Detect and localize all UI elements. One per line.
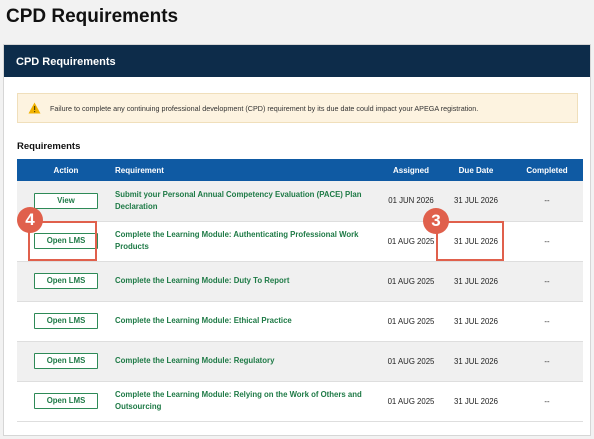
column-header-completed: Completed (511, 159, 583, 181)
column-header-due-date: Due Date (441, 159, 511, 181)
completed-value: -- (544, 236, 550, 246)
completed-value: -- (544, 196, 550, 206)
annotation-marker-3: 3 (423, 208, 449, 234)
column-header-assigned: Assigned (381, 159, 441, 181)
due-date: 31 JUL 2026 (454, 276, 498, 286)
warning-icon (28, 102, 41, 114)
view-button[interactable]: View (34, 192, 98, 209)
completed-value: -- (544, 356, 550, 366)
open-lms-button[interactable]: Open LMS (34, 233, 98, 249)
open-lms-button[interactable]: Open LMS (34, 353, 98, 369)
assigned-date: 01 AUG 2025 (387, 276, 435, 286)
table-header-row: Action Requirement Assigned Due Date Com… (17, 159, 583, 181)
requirements-table: Action Requirement Assigned Due Date Com… (17, 159, 583, 422)
requirement-link[interactable]: Complete the Learning Module: Relying on… (115, 381, 381, 421)
completed-value: -- (544, 276, 550, 286)
requirement-link[interactable]: Complete the Learning Module: Authentica… (115, 221, 381, 261)
warning-alert: Failure to complete any continuing profe… (17, 93, 578, 123)
due-date: 31 JUL 2026 (454, 356, 498, 366)
completed-value: -- (544, 316, 550, 326)
completed-value: -- (544, 396, 550, 406)
due-date: 31 JUL 2026 (454, 236, 498, 246)
table-row: Open LMS Complete the Learning Module: E… (17, 301, 583, 341)
open-lms-button[interactable]: Open LMS (34, 313, 98, 329)
table-row: View Submit your Personal Annual Compete… (17, 181, 583, 221)
table-row: Open LMS Complete the Learning Module: D… (17, 261, 583, 301)
due-date: 31 JUL 2026 (454, 196, 498, 206)
requirement-link[interactable]: Complete the Learning Module: Duty To Re… (115, 261, 381, 301)
annotation-marker-4: 4 (17, 207, 43, 233)
open-lms-button[interactable]: Open LMS (34, 393, 98, 409)
alert-text: Failure to complete any continuing profe… (50, 103, 479, 113)
card-header: CPD Requirements (4, 45, 590, 77)
table-row: Open LMS Complete the Learning Module: R… (17, 341, 583, 381)
table-row: Open LMS Complete the Learning Module: R… (17, 381, 583, 421)
due-date: 31 JUL 2026 (454, 396, 498, 406)
requirement-link[interactable]: Complete the Learning Module: Ethical Pr… (115, 301, 381, 341)
column-header-action: Action (17, 159, 115, 181)
requirement-link[interactable]: Complete the Learning Module: Regulatory (115, 341, 381, 381)
requirements-heading: Requirements (17, 141, 81, 152)
due-date: 31 JUL 2026 (454, 316, 498, 326)
requirement-link[interactable]: Submit your Personal Annual Competency E… (115, 181, 381, 221)
table-row: Open LMS Complete the Learning Module: A… (17, 221, 583, 261)
page-title: CPD Requirements (6, 6, 179, 27)
open-lms-button[interactable]: Open LMS (34, 273, 98, 289)
cpd-requirements-card: CPD Requirements Failure to complete any… (3, 44, 591, 436)
assigned-date: 01 AUG 2025 (387, 356, 435, 366)
assigned-date: 01 AUG 2025 (387, 316, 435, 326)
column-header-requirement: Requirement (115, 159, 381, 181)
assigned-date: 01 AUG 2025 (387, 396, 435, 406)
